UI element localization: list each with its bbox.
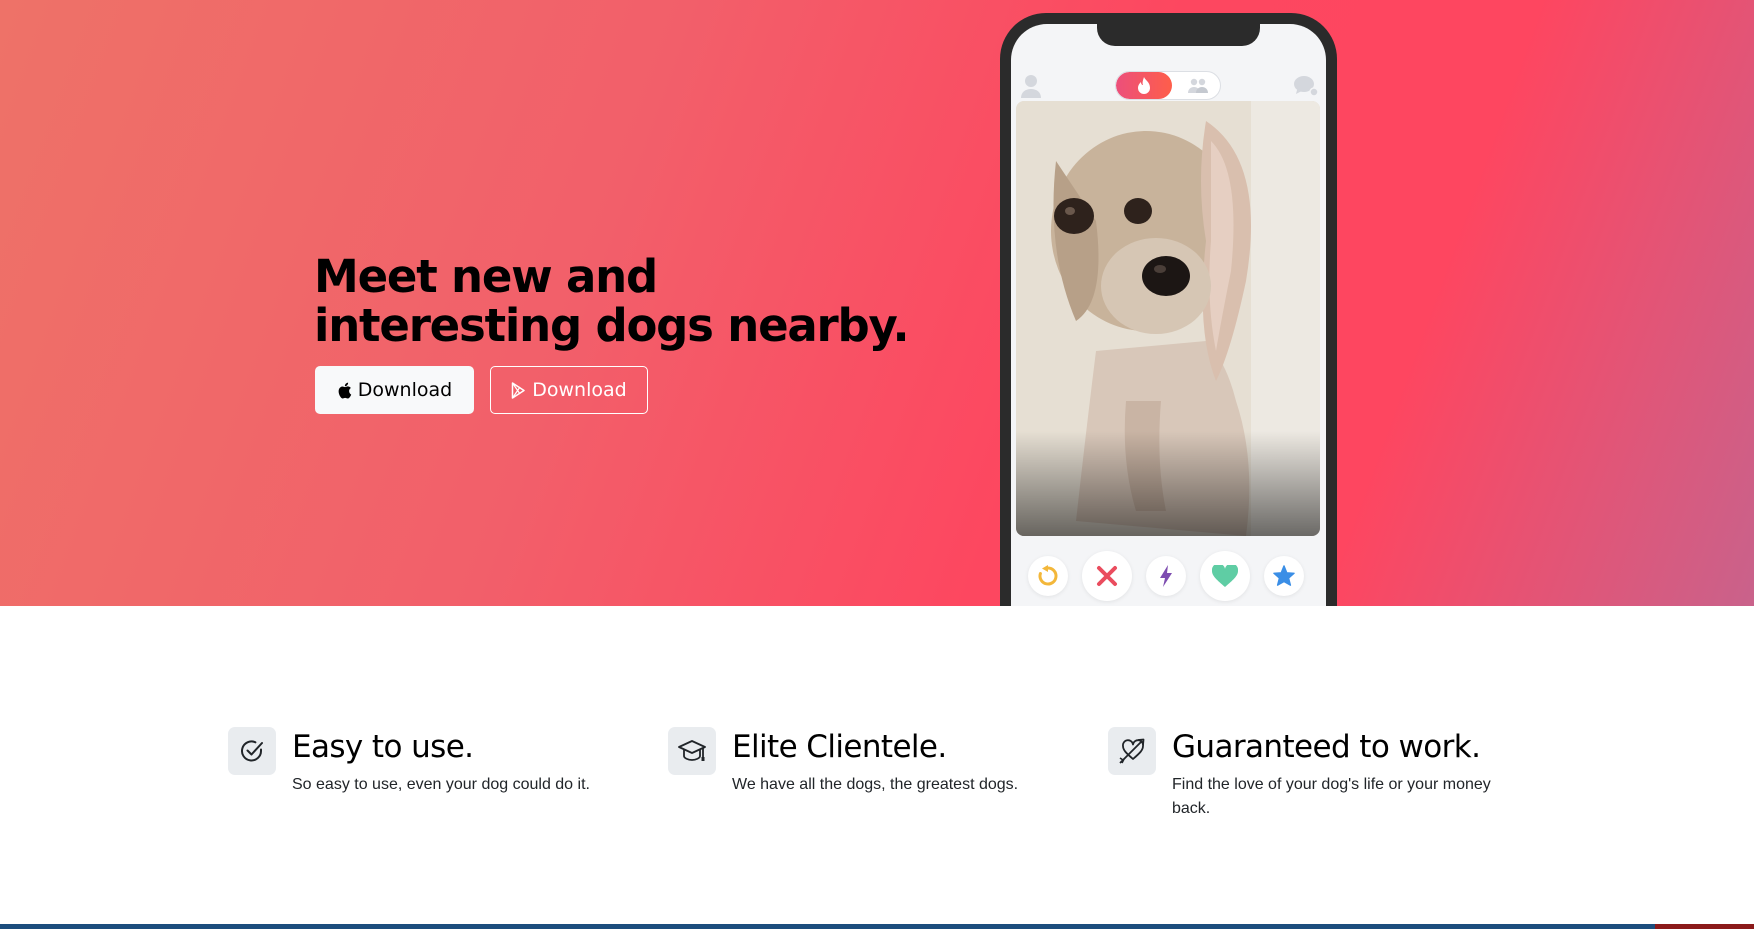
feature-title: Easy to use. [292, 729, 474, 765]
graduation-cap-icon [668, 727, 716, 775]
heart-arrow-icon [1108, 727, 1156, 775]
play-store-button-label: Download [532, 379, 627, 401]
hero-headline-line1: Meet new and [314, 250, 658, 303]
group-icon[interactable] [1178, 72, 1218, 99]
hero-section: Meet new and interesting dogs nearby. Do… [0, 0, 1754, 606]
feature-description: So easy to use, even your dog could do i… [292, 776, 590, 793]
feature-description: Find the love of your dog's life or your… [1172, 776, 1491, 817]
app-store-button-label: Download [357, 379, 453, 401]
feature-title: Guaranteed to work. [1172, 729, 1481, 765]
like-icon[interactable] [1200, 551, 1250, 601]
play-store-icon [512, 381, 526, 399]
nope-icon[interactable] [1082, 551, 1132, 601]
dog-photo[interactable] [1016, 101, 1320, 536]
footer-edge-accent [1655, 924, 1754, 929]
hero-headline-line2: interesting dogs nearby. [314, 299, 910, 352]
footer-edge [0, 924, 1754, 929]
swipe-actions [1011, 551, 1326, 601]
flame-icon[interactable] [1116, 72, 1172, 99]
mode-toggle[interactable] [1115, 71, 1221, 100]
phone-screen [1011, 24, 1326, 606]
profile-icon[interactable] [1020, 74, 1042, 103]
play-store-download-button[interactable]: Download [490, 366, 648, 414]
super-like-icon[interactable] [1264, 556, 1304, 596]
phone-notch [1097, 24, 1260, 46]
rewind-icon[interactable] [1028, 556, 1068, 596]
feature-title: Elite Clientele. [732, 729, 947, 765]
hero-headline: Meet new and interesting dogs nearby. [314, 252, 914, 350]
check-circle-icon [228, 727, 276, 775]
chat-icon[interactable] [1293, 74, 1319, 103]
phone-mockup [1000, 13, 1337, 606]
apple-icon [338, 382, 351, 399]
feature-description: We have all the dogs, the greatest dogs. [732, 776, 1019, 793]
boost-icon[interactable] [1146, 556, 1186, 596]
app-store-download-button[interactable]: Download [315, 366, 474, 414]
